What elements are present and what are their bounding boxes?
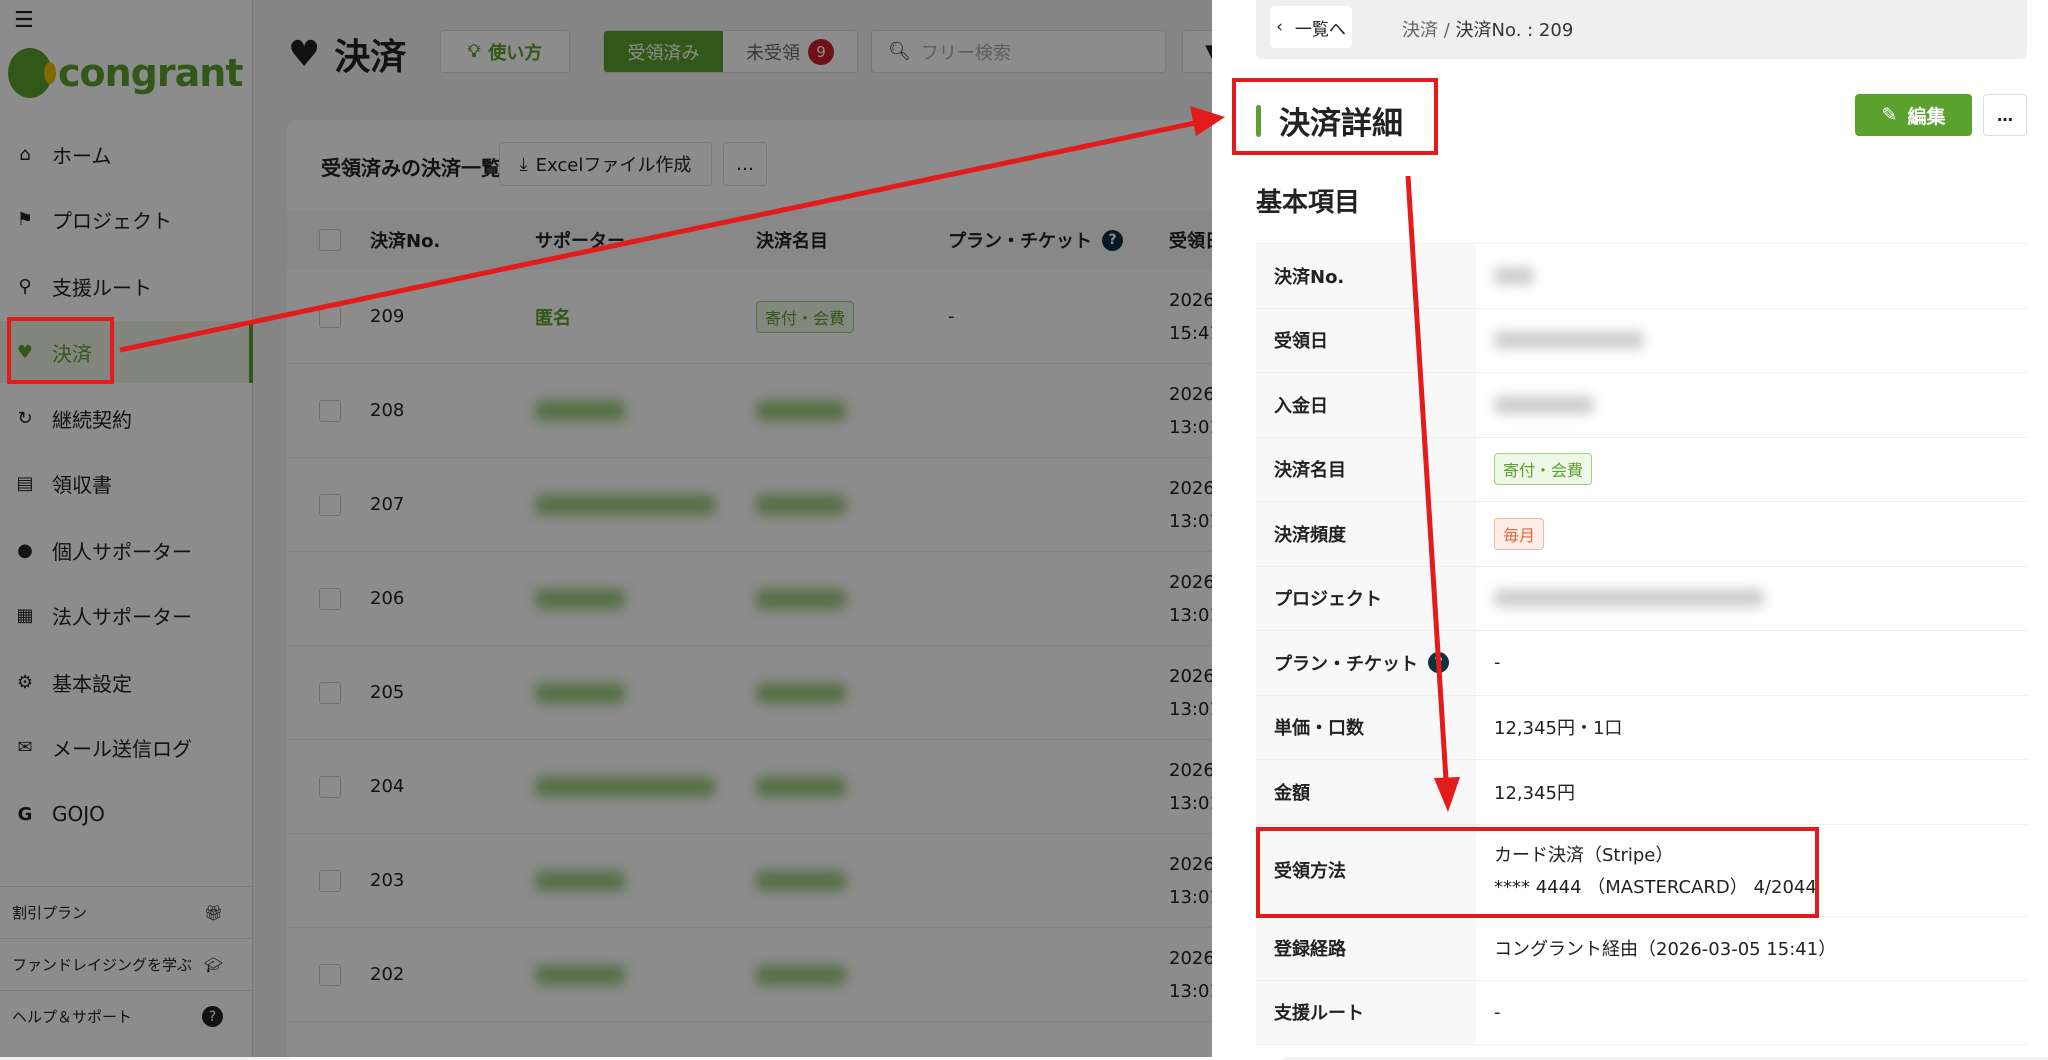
arrow-line <box>119 120 1196 353</box>
arrow-head <box>1190 106 1225 136</box>
annotation-arrows <box>119 106 1460 812</box>
arrow-line <box>1405 175 1449 781</box>
arrow-head <box>1434 777 1460 812</box>
